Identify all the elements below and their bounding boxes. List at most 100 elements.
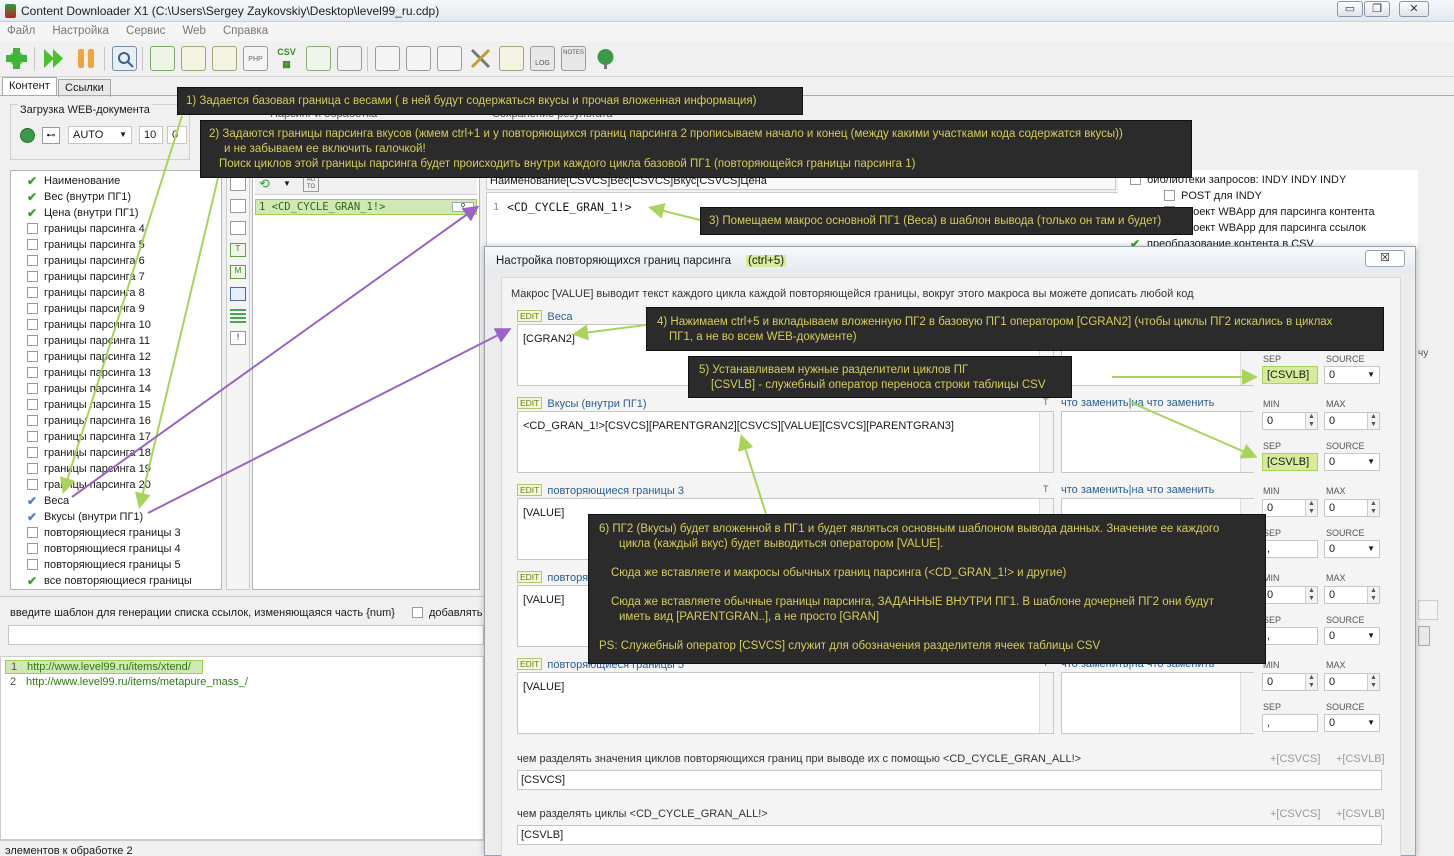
tree-item[interactable]: границы парсинга 18 — [27, 445, 192, 461]
delay-field[interactable]: 0 — [167, 126, 187, 144]
checkbox-icon[interactable] — [27, 255, 38, 266]
replace-input[interactable] — [1061, 411, 1254, 473]
checkbox-icon[interactable] — [27, 527, 38, 538]
checkbox-icon[interactable] — [27, 287, 38, 298]
list-edit-icon[interactable] — [375, 46, 400, 71]
tree-item[interactable]: границы парсинга 12 — [27, 349, 192, 365]
tree-item[interactable]: границы парсинга 11 — [27, 333, 192, 349]
insert-csvlb-link[interactable]: +[CSVLB] — [1336, 753, 1385, 765]
menu-settings[interactable]: Настройка — [45, 22, 116, 37]
right-checkbox-stub[interactable] — [1418, 600, 1438, 620]
source-select[interactable]: 0 ▼ — [1324, 366, 1380, 384]
list-add-icon[interactable] — [437, 46, 462, 71]
insert-csvlb-link-2[interactable]: +[CSVLB] — [1336, 808, 1385, 820]
csv-icon[interactable]: CSV ▦ — [274, 46, 299, 71]
max-stepper[interactable]: 0▲▼ — [1324, 499, 1380, 517]
scrollbar[interactable] — [1039, 673, 1053, 733]
file-f-icon[interactable] — [499, 46, 524, 71]
edit-doc-icon[interactable] — [181, 46, 206, 71]
macro-list-item[interactable]: 1 <CD_CYCLE_GRAN_1!> ⚲ — [255, 199, 477, 215]
refresh-icon[interactable] — [150, 46, 175, 71]
max-stepper[interactable]: 0▲▼ — [1324, 586, 1380, 604]
url-robot-icon[interactable] — [337, 46, 362, 71]
dropdown-arrow-icon[interactable]: ▼ — [283, 179, 291, 188]
search-icon[interactable]: ⚲ — [452, 202, 474, 212]
preview-icon[interactable] — [112, 46, 137, 71]
tab-content[interactable]: Контент — [2, 77, 57, 95]
menu-file[interactable]: Файл — [0, 22, 42, 37]
tree-item[interactable]: границы парсинга 10 — [27, 317, 192, 333]
minimize-button[interactable]: ▭ — [1337, 1, 1363, 17]
download-icon[interactable] — [306, 46, 331, 71]
link-row[interactable]: 1 http://www.level99.ru/items/xtend/ — [5, 660, 203, 674]
tree-item[interactable]: повторяющиеся границы 5 — [27, 557, 192, 573]
strip-icon-3[interactable] — [230, 221, 246, 235]
scrollbar[interactable] — [1240, 673, 1254, 733]
tree-item[interactable]: границы парсинга 14 — [27, 381, 192, 397]
source-select[interactable]: 0 ▼ — [1324, 540, 1380, 558]
tree-item[interactable]: ✔ Веса — [27, 493, 192, 509]
checkmark-icon[interactable]: ✔ — [27, 493, 38, 509]
max-stepper[interactable]: 0▲▼ — [1324, 673, 1380, 691]
menu-web[interactable]: Web — [175, 22, 212, 37]
min-stepper[interactable]: 0▲▼ — [1262, 673, 1318, 691]
checkbox-icon[interactable] — [27, 399, 38, 410]
tree-item[interactable]: границы парсинга 13 — [27, 365, 192, 381]
sep-input[interactable]: , — [1262, 714, 1318, 732]
checkmark-icon[interactable]: ✔ — [27, 205, 38, 221]
scrollbar[interactable] — [1039, 412, 1053, 472]
link-template-input[interactable] — [8, 625, 484, 645]
pages-icon[interactable] — [212, 46, 237, 71]
tree-item[interactable]: повторяющиеся границы 4 — [27, 541, 192, 557]
globe-small-icon[interactable] — [20, 128, 35, 143]
checkbox-icon[interactable] — [27, 415, 38, 426]
source-select[interactable]: 0 ▼ — [1324, 714, 1380, 732]
checkbox-icon[interactable] — [27, 223, 38, 234]
insert-csvcs-link[interactable]: +[CSVCS] — [1270, 753, 1320, 765]
tree-item[interactable]: границы парсинга 15 — [27, 397, 192, 413]
load-mode-select[interactable]: AUTO ▼ — [68, 126, 132, 144]
checkmark-icon[interactable]: ✔ — [27, 509, 38, 525]
link-row[interactable]: 2 http://www.level99.ru/items/metapure_m… — [5, 676, 305, 690]
auto-to-icon[interactable]: AU TO — [303, 176, 319, 192]
edit-badge[interactable]: EDIT — [517, 397, 543, 409]
globe-icon[interactable] — [593, 46, 618, 71]
tree-item[interactable]: границы парсинга 7 — [27, 269, 192, 285]
replace-input[interactable] — [1061, 672, 1254, 734]
source-select[interactable]: 0 ▼ — [1324, 453, 1380, 471]
list-icon[interactable] — [406, 46, 431, 71]
sep-input[interactable]: [CSVLB] — [1262, 366, 1318, 384]
min-stepper[interactable]: 0▲▼ — [1262, 586, 1318, 604]
checkbox-icon[interactable] — [27, 559, 38, 570]
checkmark-icon[interactable]: ✔ — [27, 189, 38, 205]
maximize-button[interactable]: ❐ — [1364, 1, 1390, 17]
strip-icon-t[interactable]: T — [230, 243, 246, 257]
tree-item[interactable]: границы парсинга 19 — [27, 461, 192, 477]
edit-badge[interactable]: EDIT — [517, 484, 543, 496]
checkbox-icon[interactable] — [27, 447, 38, 458]
tree-item[interactable]: ✔ Вес (внутри ПГ1) — [27, 189, 192, 205]
min-stepper[interactable]: 0▲▼ — [1262, 412, 1318, 430]
tree-item[interactable]: границы парсинга 17 — [27, 429, 192, 445]
refresh-green-icon[interactable]: ⟲ — [259, 176, 270, 192]
notes-icon[interactable]: NOTES — [561, 46, 586, 71]
tree-item[interactable]: ✔ Цена (внутри ПГ1) — [27, 205, 192, 221]
play-icon[interactable] — [41, 46, 66, 71]
checkbox-icon[interactable] — [1164, 190, 1175, 201]
sep-input[interactable]: , — [1262, 540, 1318, 558]
strip-icon-1[interactable] — [230, 177, 246, 191]
tree-item[interactable]: ✔ все повторяющиеся границы — [27, 573, 192, 589]
strip-icon-warning[interactable]: ! — [230, 331, 246, 345]
strip-icon-m[interactable]: M — [230, 265, 246, 279]
sep-cycles-input[interactable]: [CSVLB] — [517, 825, 1382, 845]
project-tree-item[interactable]: POST для INDY — [1130, 188, 1375, 204]
tools-icon[interactable] — [468, 46, 493, 71]
edit-badge[interactable]: EDIT — [517, 658, 543, 670]
edit-badge[interactable]: EDIT — [517, 571, 543, 583]
strip-icon-2[interactable] — [230, 199, 246, 213]
checkbox-icon[interactable] — [27, 431, 38, 442]
tree-item[interactable]: ✔ Вкусы (внутри ПГ1) — [27, 509, 192, 525]
tree-item[interactable]: границы парсинга 8 — [27, 285, 192, 301]
checkbox-icon[interactable] — [27, 271, 38, 282]
menu-service[interactable]: Сервис — [119, 22, 172, 37]
